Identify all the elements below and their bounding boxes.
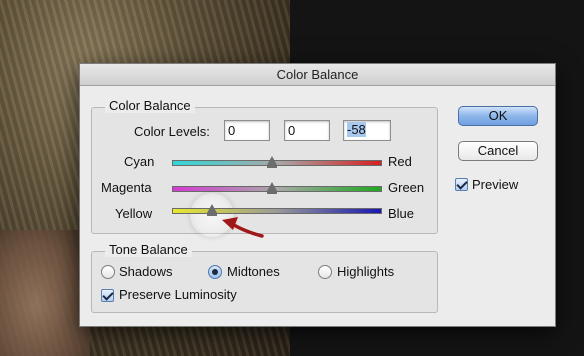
- slider-label-blue: Blue: [388, 206, 415, 221]
- color-balance-group-label: Color Balance: [105, 98, 195, 113]
- tone-balance-group: [91, 251, 438, 313]
- cyan-red-slider[interactable]: [172, 160, 382, 166]
- dialog-title: Color Balance: [80, 64, 555, 86]
- midtones-radio[interactable]: [208, 265, 222, 279]
- shadows-label: Shadows: [119, 264, 173, 279]
- magenta-green-slider[interactable]: [172, 186, 382, 192]
- yellow-blue-slider-thumb[interactable]: [207, 204, 217, 216]
- tone-balance-group-label: Tone Balance: [105, 242, 192, 257]
- highlights-radio[interactable]: [318, 265, 332, 279]
- highlights-label: Highlights: [337, 264, 395, 279]
- midtones-label: Midtones: [227, 264, 280, 279]
- color-level-yellow-blue-input[interactable]: -58: [343, 120, 391, 141]
- magenta-green-slider-thumb[interactable]: [267, 182, 277, 194]
- preview-checkbox[interactable]: [455, 178, 468, 191]
- slider-label-red: Red: [388, 154, 412, 169]
- yellow-blue-slider[interactable]: [172, 208, 382, 214]
- color-level-magenta-green-input[interactable]: [284, 120, 330, 141]
- ok-button[interactable]: OK: [458, 106, 538, 126]
- background-skin: [0, 230, 90, 356]
- color-level-cyan-red-input[interactable]: [224, 120, 270, 141]
- cyan-red-slider-thumb[interactable]: [267, 156, 277, 168]
- slider-label-magenta: Magenta: [101, 180, 152, 195]
- preview-label: Preview: [472, 177, 519, 192]
- color-balance-dialog: Color Balance Color Balance Color Levels…: [79, 63, 556, 327]
- shadows-radio[interactable]: [101, 265, 115, 279]
- preserve-luminosity-label: Preserve Luminosity: [119, 287, 237, 302]
- preserve-luminosity-checkbox[interactable]: [101, 289, 114, 302]
- slider-label-cyan: Cyan: [124, 154, 155, 169]
- color-level-yellow-blue-value: -58: [347, 122, 366, 137]
- slider-label-yellow: Yellow: [115, 206, 153, 221]
- cancel-button[interactable]: Cancel: [458, 141, 538, 161]
- color-levels-label: Color Levels:: [134, 124, 210, 139]
- slider-label-green: Green: [388, 180, 425, 195]
